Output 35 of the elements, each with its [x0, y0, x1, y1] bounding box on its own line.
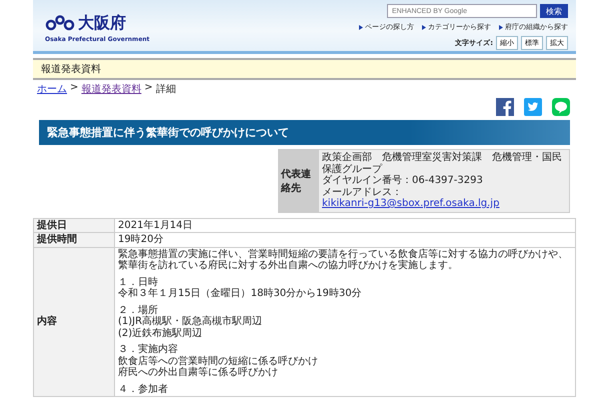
intro-paragraph: 緊急事態措置の実施に伴い、営業時間短縮の要請を行っている飲食店等に対する協力の呼びかけや、繁華街を訪れている府民に対する外出自粛への協力呼びかけを実施します。: [118, 248, 569, 272]
contact-label: 代表連絡先: [279, 150, 319, 212]
section-line: 令和３年１月15日（金曜日）18時30分から19時30分: [118, 288, 363, 300]
section-line: 飲食店等への営業時間の短縮に係る呼びかけ: [118, 356, 319, 366]
triangle-icon: [359, 24, 363, 30]
section-heading: １．日時: [118, 276, 159, 288]
section-line: (1)JR高槻駅・阪急高槻市駅周辺: [118, 316, 264, 328]
breadcrumb-separator: >: [144, 82, 153, 95]
row-label: 内容: [34, 247, 114, 396]
triangle-icon: [422, 24, 426, 30]
email-link[interactable]: kikikanri-g13@sbox.pref.osaka.lg.jp: [322, 198, 566, 210]
facebook-icon[interactable]: [496, 98, 514, 116]
section-heading: ３．実施内容: [118, 344, 179, 356]
section-line: (2)近鉄布施駅周辺: [118, 328, 204, 339]
section-heading: ４．参加者: [118, 384, 169, 395]
page-title: 緊急事態措置に伴う繁華街での呼びかけについて: [39, 120, 570, 145]
row-label: 提供時間: [34, 232, 114, 247]
email-label: メールアドレス：: [322, 186, 402, 198]
section-band: 報道発表資料: [33, 58, 576, 80]
breadcrumb-item[interactable]: ホーム: [37, 82, 67, 96]
contact-text: 政策企画部 危機管理室災害対策課 危機管理・国民保護グループ: [322, 152, 563, 174]
row-label: 提供日: [34, 218, 114, 232]
breadcrumb-item[interactable]: 報道発表資料: [81, 82, 142, 96]
twitter-icon[interactable]: [524, 98, 542, 116]
search-button[interactable]: 検索: [540, 4, 568, 18]
breadcrumb-item: 詳細: [156, 82, 176, 96]
logo-icon: [45, 15, 75, 31]
breadcrumb-separator: >: [70, 82, 78, 95]
table-cell: 19時20分: [114, 232, 576, 247]
triangle-icon: [499, 24, 503, 30]
section-line: 府民への外出自粛等に係る呼びかけ: [118, 367, 279, 378]
logo-text: 大阪府: [78, 12, 126, 34]
contact-text: ダイヤルイン番号：06-4397-3293: [322, 175, 484, 186]
table-cell: 2021年1月14日: [114, 218, 576, 232]
section-heading: ２．場所: [118, 304, 159, 316]
